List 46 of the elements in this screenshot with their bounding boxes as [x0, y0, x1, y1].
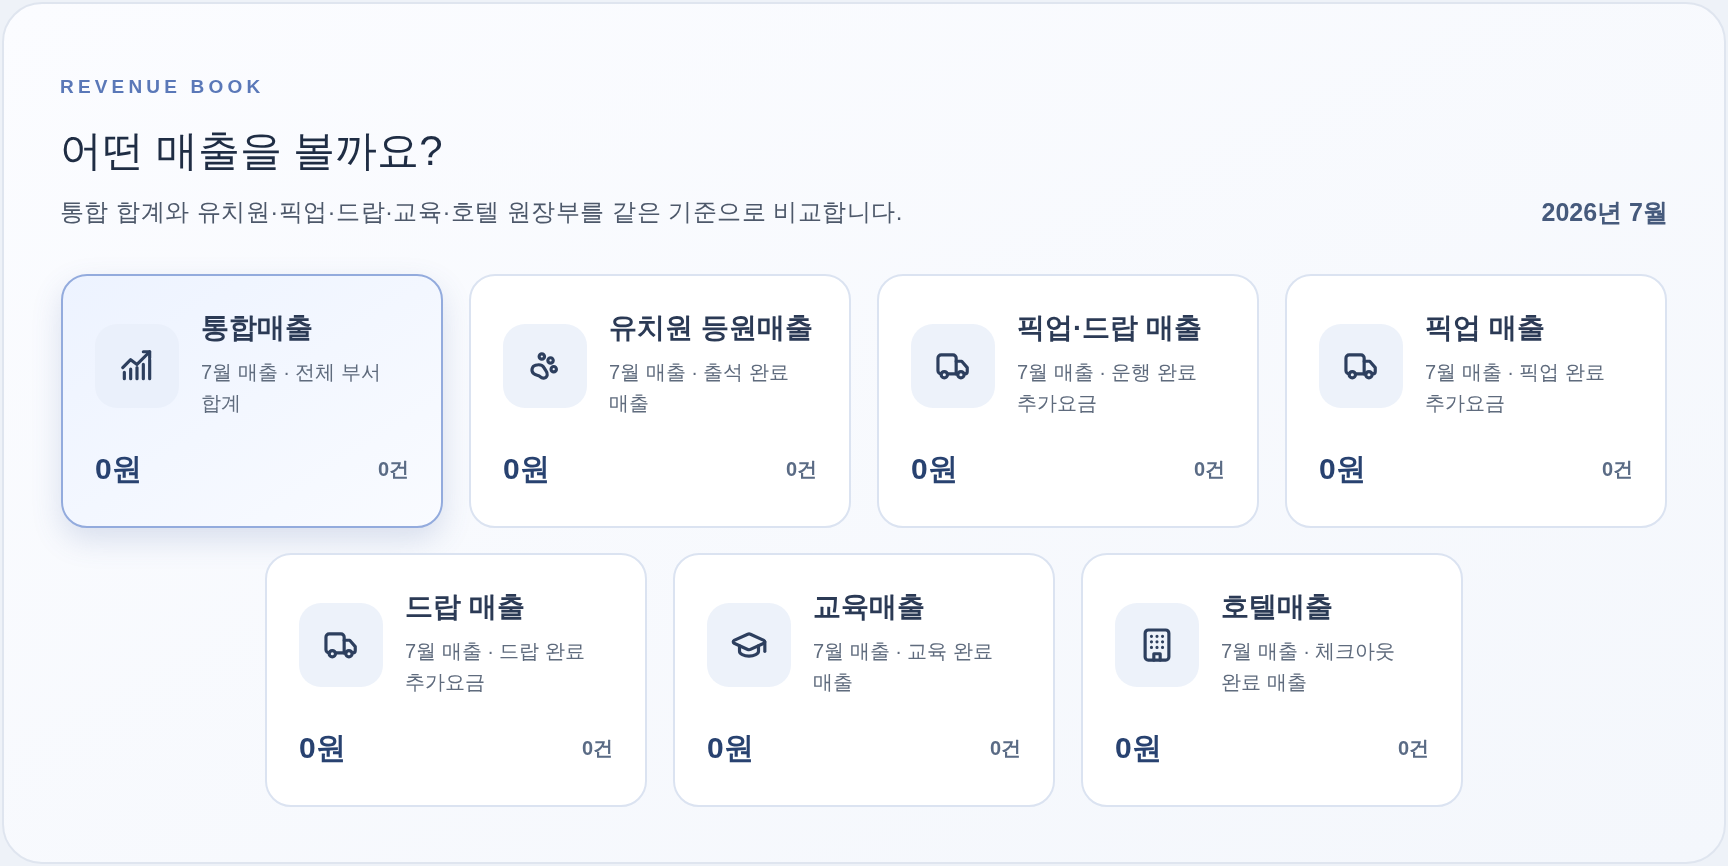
period-label: 2026년 7월: [1541, 197, 1668, 228]
amount-text: 0원: [299, 730, 346, 766]
count-text: 0건: [989, 736, 1021, 761]
revenue-card[interactable]: 드랍 매출 7월 매출 · 드랍 완료 추가요금 0원 0건: [265, 553, 647, 807]
count-text: 0건: [377, 457, 409, 482]
count-text: 0건: [785, 457, 817, 482]
card-title: 드랍 매출: [405, 590, 525, 624]
revenue-card[interactable]: 호텔매출 7월 매출 · 체크아웃 완료 매출 0원 0건: [1081, 553, 1463, 807]
chart-icon: [95, 324, 179, 408]
count-text: 0건: [581, 736, 613, 761]
revenue-card[interactable]: 픽업·드랍 매출 7월 매출 · 운행 완료 추가요금 0원 0건: [877, 274, 1259, 528]
revenue-card[interactable]: 교육매출 7월 매출 · 교육 완료 매출 0원 0건: [673, 553, 1055, 807]
card-title: 픽업 매출: [1425, 311, 1545, 345]
building-icon: [1115, 603, 1199, 687]
card-subtitle: 7월 매출 · 픽업 완료 추가요금: [1425, 360, 1606, 416]
page-description: 통합 합계와 유치원·픽업·드랍·교육·호텔 원장부를 같은 기준으로 비교합니다.: [60, 197, 903, 227]
truck-icon: [299, 603, 383, 687]
amount-text: 0원: [707, 730, 754, 766]
revenue-card[interactable]: 유치원 등원매출 7월 매출 · 출석 완료 매출 0원 0건: [469, 274, 851, 528]
amount-text: 0원: [503, 451, 550, 487]
count-text: 0건: [1601, 457, 1633, 482]
amount-text: 0원: [1115, 730, 1162, 766]
card-title: 통합매출: [201, 311, 313, 345]
card-subtitle: 7월 매출 · 운행 완료 추가요금: [1017, 360, 1198, 416]
card-title: 호텔매출: [1221, 590, 1333, 624]
card-subtitle: 7월 매출 · 출석 완료 매출: [609, 360, 790, 416]
card-subtitle: 7월 매출 · 드랍 완료 추가요금: [405, 639, 586, 695]
paw-icon: [503, 324, 587, 408]
card-title: 유치원 등원매출: [609, 311, 813, 345]
revenue-card[interactable]: 통합매출 7월 매출 · 전체 부서 합계 0원 0건: [61, 274, 443, 528]
card-title: 픽업·드랍 매출: [1017, 311, 1203, 345]
graduation-cap-icon: [707, 603, 791, 687]
card-subtitle: 7월 매출 · 전체 부서 합계: [201, 360, 382, 416]
eyebrow-label: REVENUE BOOK: [60, 75, 265, 99]
amount-text: 0원: [95, 451, 142, 487]
count-text: 0건: [1397, 736, 1429, 761]
card-title: 교육매출: [813, 590, 925, 624]
amount-text: 0원: [1319, 451, 1366, 487]
count-text: 0건: [1193, 457, 1225, 482]
amount-text: 0원: [911, 451, 958, 487]
truck-icon: [911, 324, 995, 408]
truck-icon: [1319, 324, 1403, 408]
page-title: 어떤 매출을 볼까요?: [60, 126, 443, 176]
revenue-card[interactable]: 픽업 매출 7월 매출 · 픽업 완료 추가요금 0원 0건: [1285, 274, 1667, 528]
card-subtitle: 7월 매출 · 교육 완료 매출: [813, 639, 994, 695]
card-subtitle: 7월 매출 · 체크아웃 완료 매출: [1221, 639, 1397, 695]
